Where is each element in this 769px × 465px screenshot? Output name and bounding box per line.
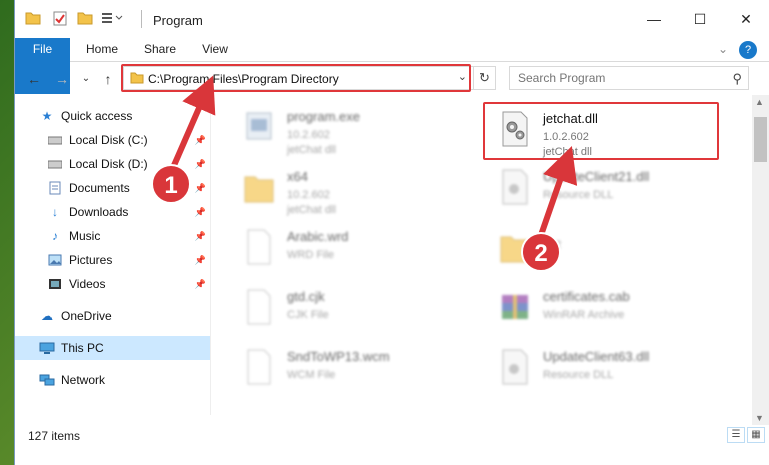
arrow-2 — [537, 145, 578, 239]
arrow-1 — [169, 75, 216, 172]
annotation-arrows — [169, 75, 578, 239]
step-badge-2: 2 — [521, 232, 561, 272]
step-badge-1: 1 — [151, 164, 191, 204]
